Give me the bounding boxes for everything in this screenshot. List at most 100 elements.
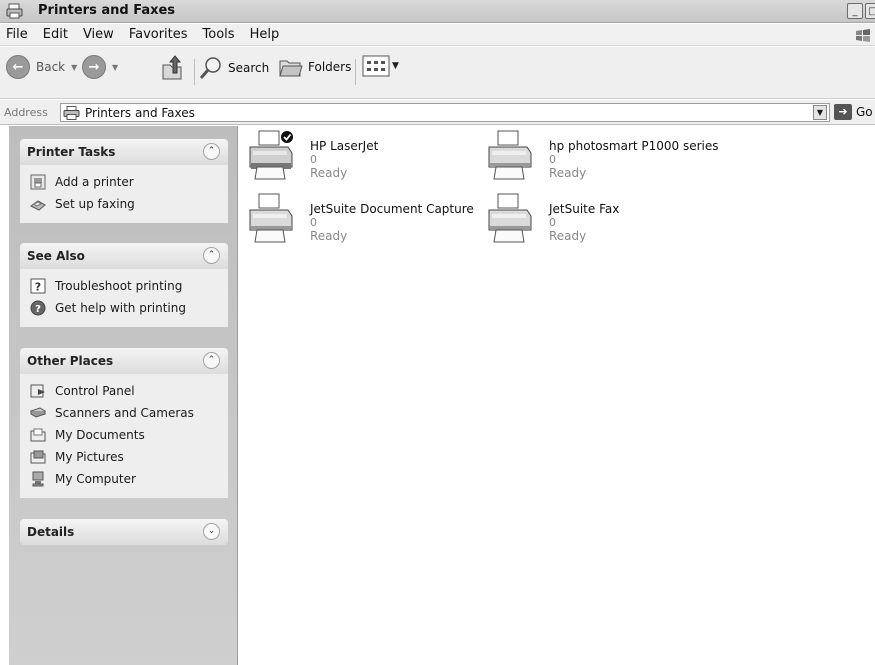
see-also-panel: See Also ⌃ ? Troubleshoot printing ? Get… [20, 243, 228, 327]
title-bar: Printers and Faxes _ □ [0, 0, 875, 23]
printer-folder-icon [6, 3, 23, 19]
task-label: My Computer [55, 472, 136, 486]
my-pictures-link[interactable]: My Pictures [30, 446, 228, 468]
printer-name: HP LaserJet [310, 139, 379, 153]
search-button[interactable]: Search [198, 55, 269, 81]
other-places-header[interactable]: Other Places ⌃ [20, 348, 228, 374]
add-printer-task[interactable]: Add a printer [30, 171, 228, 193]
printer-status: Ready [310, 229, 348, 243]
details-header[interactable]: Details ⌄ [20, 519, 228, 545]
task-label: My Pictures [55, 450, 124, 464]
menu-bar: File Edit View Favorites Tools Help [0, 24, 875, 46]
printer-tasks-header[interactable]: Printer Tasks ⌃ [20, 139, 228, 165]
printer-jobs: 0 [549, 216, 556, 229]
chevron-down-icon: ▼ [71, 62, 78, 72]
menu-favorites[interactable]: Favorites [129, 27, 188, 42]
printer-icon [488, 130, 532, 180]
folders-label: Folders [308, 60, 352, 74]
task-label: Get help with printing [55, 301, 186, 315]
printer-jobs: 0 [549, 153, 556, 166]
forward-arrow-icon: → [82, 55, 106, 79]
address-dropdown-button[interactable]: ▼ [813, 105, 827, 120]
see-also-header[interactable]: See Also ⌃ [20, 243, 228, 269]
address-bar: Address Printers and Faxes ▼ ➜ Go [0, 100, 875, 125]
panel-title: Other Places [27, 354, 114, 368]
task-label: Control Panel [55, 384, 135, 398]
collapse-icon[interactable]: ⌃ [203, 143, 220, 160]
toolbar: ← Back ▼ → ▼ Search Folders ▼ [0, 47, 875, 99]
views-button[interactable]: ▼ [362, 55, 399, 77]
go-label: Go [856, 105, 873, 119]
menu-file[interactable]: File [6, 27, 28, 42]
task-pane: Printer Tasks ⌃ Add a printer Set up fax… [9, 126, 238, 665]
up-folder-icon [162, 55, 182, 80]
printer-name: hp photosmart P1000 series [549, 139, 719, 153]
search-icon [199, 57, 221, 79]
fax-icon [30, 200, 46, 211]
add-printer-icon [30, 174, 46, 190]
forward-button[interactable]: → ▼ [82, 55, 118, 79]
windows-logo-icon [856, 29, 870, 42]
scanners-cameras-link[interactable]: Scanners and Cameras [30, 402, 228, 424]
help-circle-icon: ? [30, 300, 46, 316]
set-up-faxing-task[interactable]: Set up faxing [30, 193, 228, 215]
views-icon [362, 55, 390, 77]
task-label: Troubleshoot printing [55, 279, 183, 293]
back-arrow-icon: ← [6, 55, 30, 79]
svg-text:?: ? [35, 281, 41, 294]
menu-view[interactable]: View [83, 27, 114, 42]
collapse-icon[interactable]: ⌃ [203, 247, 220, 264]
task-label: Set up faxing [55, 197, 135, 211]
folders-button[interactable]: Folders [278, 55, 351, 79]
folders-icon [279, 60, 303, 77]
search-label: Search [228, 61, 270, 75]
my-computer-link[interactable]: My Computer [30, 468, 228, 490]
menu-edit[interactable]: Edit [43, 27, 68, 42]
printer-item-jetsuite-document-capture[interactable]: JetSuite Document Capture 0 Ready [247, 192, 487, 252]
minimize-button[interactable]: _ [847, 3, 863, 19]
control-panel-icon [30, 384, 45, 398]
printer-icon [249, 193, 293, 243]
details-panel: Details ⌄ [20, 519, 228, 545]
address-input[interactable]: Printers and Faxes ▼ [60, 103, 830, 122]
go-arrow-icon: ➜ [834, 104, 852, 120]
panel-title: Printer Tasks [27, 145, 116, 159]
printer-status: Ready [549, 166, 587, 180]
printer-item-jetsuite-fax[interactable]: JetSuite Fax 0 Ready [486, 192, 726, 252]
printer-icon [249, 130, 293, 180]
address-label: Address [4, 106, 48, 119]
svg-text:?: ? [35, 304, 41, 315]
expand-icon[interactable]: ⌄ [203, 523, 220, 540]
task-label: My Documents [55, 428, 145, 442]
address-value: Printers and Faxes [85, 105, 195, 120]
my-documents-link[interactable]: My Documents [30, 424, 228, 446]
task-label: Scanners and Cameras [55, 406, 194, 420]
printers-content: HP LaserJet 0 Ready hp photosmart P1000 … [239, 126, 875, 665]
maximize-button[interactable]: □ [865, 3, 875, 19]
toolbar-separator [355, 59, 356, 85]
menu-tools[interactable]: Tools [203, 27, 235, 42]
printer-name: JetSuite Fax [549, 202, 620, 216]
computer-icon [32, 471, 44, 487]
scanner-icon [30, 407, 46, 418]
window-title: Printers and Faxes [38, 3, 176, 18]
chevron-down-icon: ▼ [392, 61, 399, 71]
other-places-panel: Other Places ⌃ Control Panel Scanners an… [20, 348, 228, 498]
up-folder-button[interactable] [160, 55, 184, 81]
help-icon: ? [30, 278, 46, 294]
menu-help[interactable]: Help [250, 27, 280, 42]
printer-tasks-panel: Printer Tasks ⌃ Add a printer Set up fax… [20, 139, 228, 223]
task-label: Add a printer [55, 175, 134, 189]
printer-item-hp-laserjet[interactable]: HP LaserJet 0 Ready [247, 129, 487, 189]
toolbar-separator [194, 59, 195, 85]
troubleshoot-printing-link[interactable]: ? Troubleshoot printing [30, 275, 228, 297]
back-button[interactable]: ← Back ▼ [6, 55, 77, 79]
printer-icon [488, 193, 532, 243]
collapse-icon[interactable]: ⌃ [203, 352, 220, 369]
panel-title: See Also [27, 249, 85, 263]
printer-status: Ready [549, 229, 587, 243]
go-button[interactable]: ➜ Go [834, 104, 873, 120]
printer-item-hp-photosmart[interactable]: hp photosmart P1000 series 0 Ready [486, 129, 726, 189]
control-panel-link[interactable]: Control Panel [30, 380, 228, 402]
get-help-printing-link[interactable]: ? Get help with printing [30, 297, 228, 319]
